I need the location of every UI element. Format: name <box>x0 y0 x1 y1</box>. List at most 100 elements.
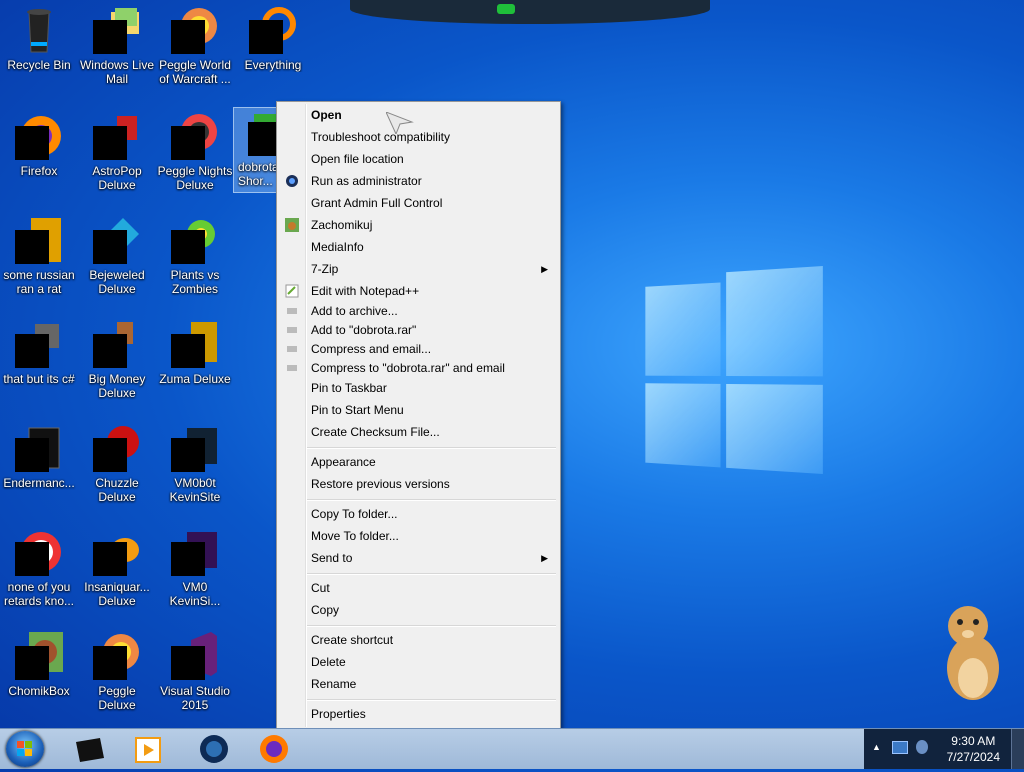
menu-label: Run as administrator <box>311 174 422 188</box>
app-icon <box>171 528 219 576</box>
shield-icon <box>285 174 299 188</box>
icon-label: Peggle World of Warcraft ... <box>159 58 231 86</box>
volume-icon[interactable] <box>916 740 928 754</box>
desktop-icon-that-but-its-csharp[interactable]: that but its c# <box>0 320 78 386</box>
menu-item-open[interactable]: Open <box>279 105 558 125</box>
game-icon <box>93 320 141 368</box>
menu-item-cut[interactable]: Cut <box>279 578 558 598</box>
desktop-icon-dobrota-selected[interactable]: dobrota Shor... <box>233 107 277 193</box>
menu-item-troubleshoot-compatibility[interactable]: Troubleshoot compatibility <box>279 127 558 147</box>
icon-label: Bejeweled Deluxe <box>89 268 145 296</box>
taskbar-firefox-button[interactable] <box>254 732 294 766</box>
menu-label: Zachomikuj <box>311 218 373 232</box>
menu-item-compress-and-email[interactable]: Compress and email... <box>279 339 558 359</box>
icon-label: Visual Studio 2015 <box>160 684 230 712</box>
desktop-icon-peggle-wow[interactable]: Peggle World of Warcraft ... <box>156 6 234 86</box>
desktop-icon-astropop[interactable]: AstroPop Deluxe <box>78 112 156 192</box>
menu-label: Create Checksum File... <box>311 425 440 439</box>
desktop-icon-zuma[interactable]: Zuma Deluxe <box>156 320 234 386</box>
desktop-icon-firefox[interactable]: Firefox <box>0 112 78 178</box>
desktop-icon-visual-studio[interactable]: Visual Studio 2015 <box>156 632 234 712</box>
menu-item-rename[interactable]: Rename <box>279 674 558 694</box>
start-button[interactable] <box>6 731 44 767</box>
system-tray: ▲ 9:30 AM 7/27/2024 <box>864 729 1024 769</box>
menu-item-copy-to-folder[interactable]: Copy To folder... <box>279 504 558 524</box>
menu-item-edit-with-notepad[interactable]: Edit with Notepad++ <box>279 281 558 301</box>
windows-logo-wallpaper <box>645 266 823 474</box>
clock[interactable]: 9:30 AM 7/27/2024 <box>947 733 1000 765</box>
menu-item-create-checksum-file[interactable]: Create Checksum File... <box>279 422 558 442</box>
hamster-icon <box>285 218 299 232</box>
icon-label: ChomikBox <box>8 684 70 698</box>
menu-label: Edit with Notepad++ <box>311 284 420 298</box>
desktop-icon-recycle-bin[interactable]: Recycle Bin <box>0 6 78 72</box>
plant-icon <box>171 216 219 264</box>
clock-time: 9:30 AM <box>951 734 996 748</box>
taskbar-globe-button[interactable] <box>194 732 234 766</box>
app-icon <box>171 424 219 472</box>
icon-label: Peggle Nights Deluxe <box>157 164 233 192</box>
show-desktop-button[interactable] <box>1011 729 1024 769</box>
game-icon <box>171 320 219 368</box>
peggle-icon <box>171 112 219 160</box>
desktop-icon-windows-live-mail[interactable]: Windows Live Mail <box>78 6 156 86</box>
desktop-icon-bejeweled[interactable]: Bejeweled Deluxe <box>78 216 156 296</box>
globe-icon <box>200 735 228 763</box>
desktop-icon-insaniquarium[interactable]: Insaniquar... Deluxe <box>78 528 156 608</box>
menu-item-open-file-location[interactable]: Open file location <box>279 149 558 169</box>
app-icon <box>15 216 63 264</box>
desktop-icon-vm0b0t[interactable]: VM0b0t KevinSite <box>156 424 234 504</box>
desktop-icon-big-money[interactable]: Big Money Deluxe <box>78 320 156 400</box>
menu-item-mediainfo[interactable]: MediaInfo <box>279 237 558 257</box>
icon-label: VM0b0t KevinSite <box>169 476 221 504</box>
menu-label: 7-Zip <box>311 262 339 276</box>
game-icon <box>93 424 141 472</box>
menu-item-pin-to-start-menu[interactable]: Pin to Start Menu <box>279 400 558 420</box>
desktop-icon-some-russian[interactable]: some russian ran a rat <box>0 216 78 296</box>
menu-item-create-shortcut[interactable]: Create shortcut <box>279 630 558 650</box>
menu-separator <box>307 573 556 575</box>
icon-label: Everything <box>244 58 302 72</box>
menu-item-add-to-dobrota-rar[interactable]: Add to "dobrota.rar" <box>279 320 558 340</box>
menu-label: Create shortcut <box>311 633 394 647</box>
context-menu: Open Troubleshoot compatibility Open fil… <box>276 101 561 730</box>
menu-item-zachomikuj[interactable]: Zachomikuj <box>279 215 558 235</box>
desktop-icon-chuzzle[interactable]: Chuzzle Deluxe <box>78 424 156 504</box>
desktop-icon-plants-vs-zombies[interactable]: Plants vs Zombies <box>156 216 234 296</box>
tray-expand-icon[interactable]: ▲ <box>872 742 881 752</box>
desktop-icon-everything[interactable]: Everything <box>234 6 312 72</box>
desktop-icon-peggle-nights[interactable]: Peggle Nights Deluxe <box>156 112 234 192</box>
menu-label: Pin to Taskbar <box>311 381 387 395</box>
menu-item-compress-to-dobrota-rar-and-email[interactable]: Compress to "dobrota.rar" and email <box>279 358 558 378</box>
desktop-icon-chomikbox[interactable]: ChomikBox <box>0 632 78 698</box>
menu-label: MediaInfo <box>311 240 364 254</box>
menu-item-7zip[interactable]: 7-Zip ▶ <box>279 259 558 279</box>
taskbar: ▲ 9:30 AM 7/27/2024 <box>0 728 1024 769</box>
menu-label: Copy To folder... <box>311 507 398 521</box>
menu-item-grant-admin-full-control[interactable]: Grant Admin Full Control <box>279 193 558 213</box>
menu-label: Compress and email... <box>311 342 432 356</box>
desktop-icon-none-of-you[interactable]: none of you retards kno... <box>0 528 78 608</box>
icon-label: Insaniquar... Deluxe <box>84 580 150 608</box>
menu-item-move-to-folder[interactable]: Move To folder... <box>279 526 558 546</box>
menu-item-run-as-administrator[interactable]: Run as administrator <box>279 171 558 191</box>
menu-item-delete[interactable]: Delete <box>279 652 558 672</box>
app-icon <box>15 320 63 368</box>
desktop-icon-vm0-kevinsite[interactable]: VM0 KevinSi... <box>156 528 234 608</box>
desktop-icon-peggle-deluxe[interactable]: Peggle Deluxe <box>78 632 156 712</box>
menu-item-properties[interactable]: Properties <box>279 704 558 724</box>
network-icon[interactable] <box>892 741 908 754</box>
menu-item-copy[interactable]: Copy <box>279 600 558 620</box>
icon-label: AstroPop Deluxe <box>92 164 142 192</box>
menu-item-send-to[interactable]: Send to ▶ <box>279 548 558 568</box>
taskbar-terminal-button[interactable] <box>70 732 110 766</box>
menu-item-add-to-archive[interactable]: Add to archive... <box>279 301 558 321</box>
menu-item-restore-previous-versions[interactable]: Restore previous versions <box>279 474 558 494</box>
menu-label: Rename <box>311 677 357 691</box>
menu-item-pin-to-taskbar[interactable]: Pin to Taskbar <box>279 378 558 398</box>
menu-item-appearance[interactable]: Appearance <box>279 452 558 472</box>
taskbar-media-player-button[interactable] <box>128 732 168 766</box>
icon-label: Chuzzle Deluxe <box>95 476 139 504</box>
menu-label: Send to <box>311 551 353 565</box>
desktop-icon-endermanc[interactable]: Endermanc... <box>0 424 78 490</box>
